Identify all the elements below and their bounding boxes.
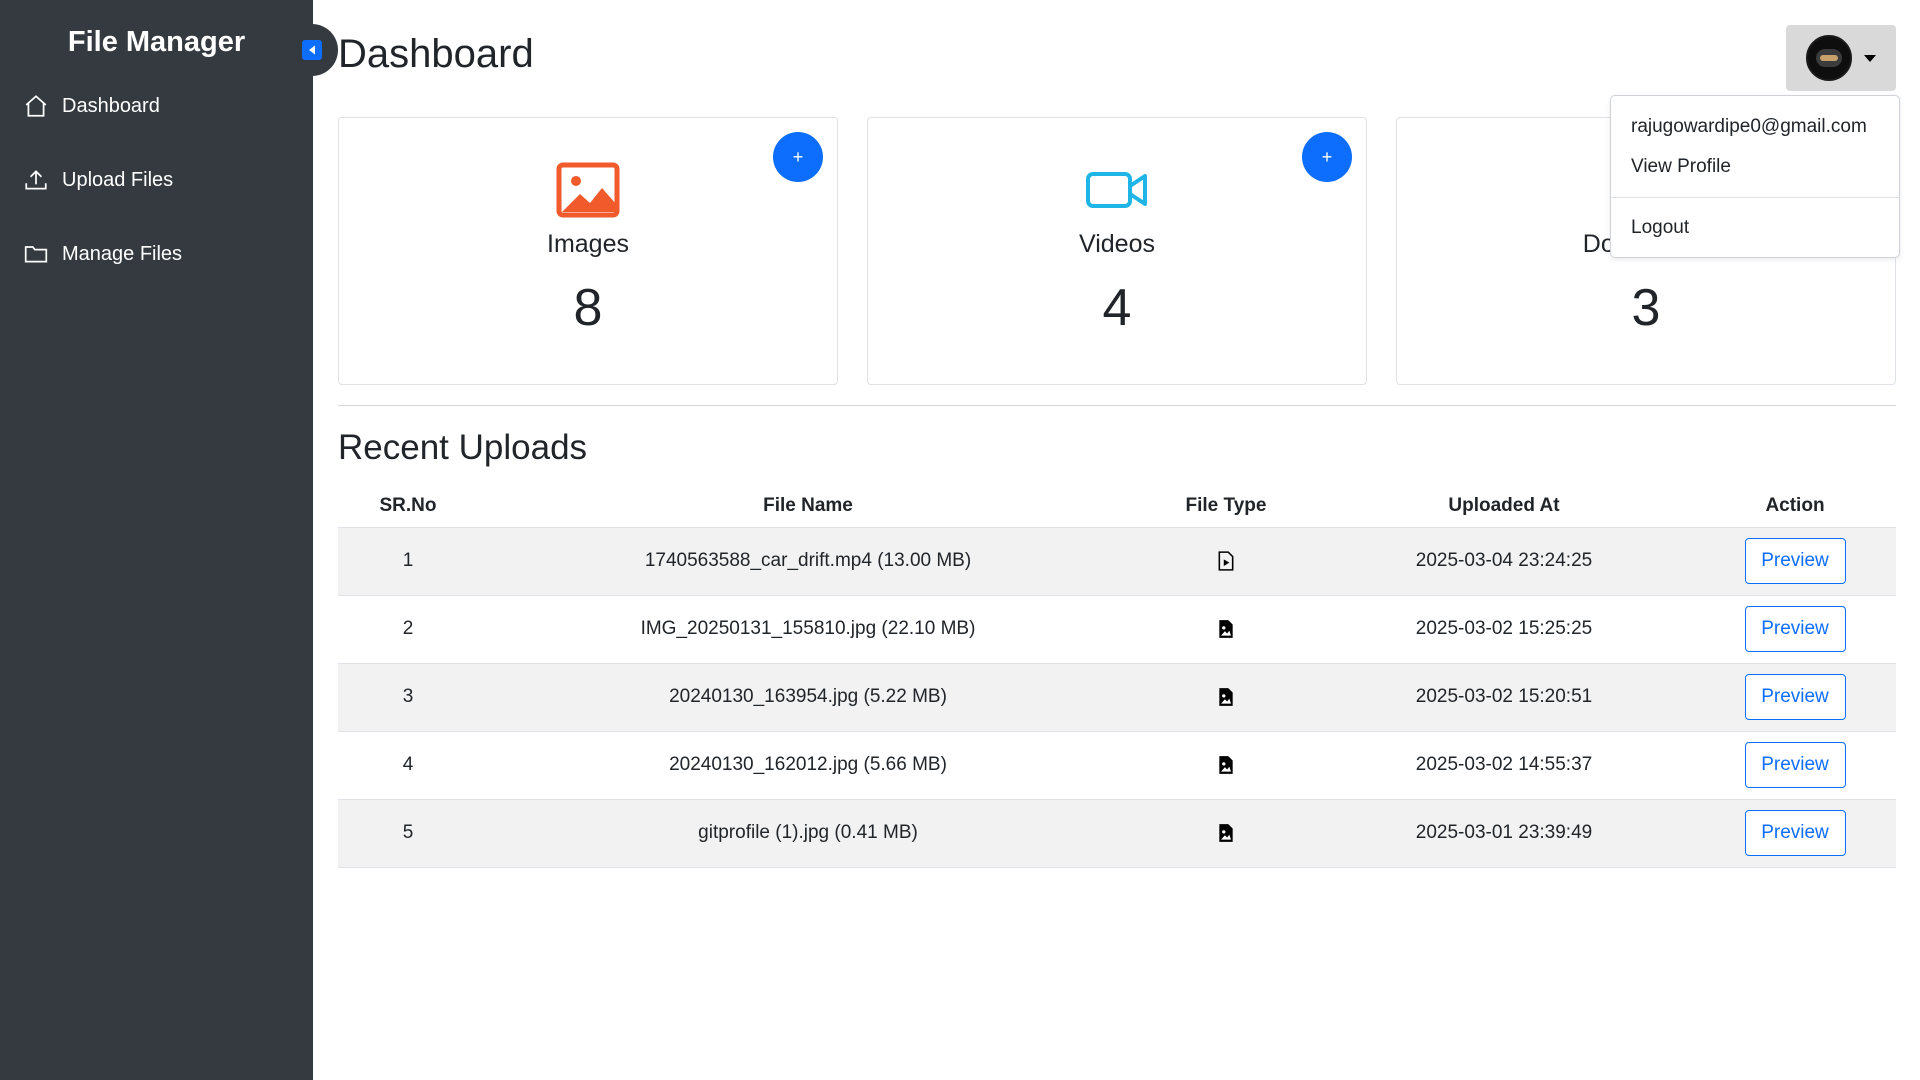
cell-file-name: 1740563588_car_drift.mp4 (13.00 MB) [478, 527, 1138, 596]
table-row: 1 1740563588_car_drift.mp4 (13.00 MB) 20… [338, 527, 1896, 596]
cell-action: Preview [1694, 663, 1896, 732]
cell-file-name: 20240130_162012.jpg (5.66 MB) [478, 731, 1138, 800]
table-header-row: SR.No File Name File Type Uploaded At Ac… [338, 485, 1896, 528]
caret-down-icon [1864, 54, 1876, 62]
table-row: 2 IMG_20250131_155810.jpg (22.10 MB) 202… [338, 595, 1896, 664]
sidebar-item-dashboard[interactable]: Dashboard [22, 86, 182, 126]
cell-file-name: IMG_20250131_155810.jpg (22.10 MB) [478, 595, 1138, 664]
home-icon [22, 92, 50, 120]
brand-title: File Manager [67, 26, 246, 58]
recent-uploads-title: Recent Uploads [338, 428, 588, 467]
cell-uploaded-at: 2025-03-04 23:24:25 [1314, 527, 1694, 596]
cell-uploaded-at: 2025-03-01 23:39:49 [1314, 799, 1694, 868]
card-count: 4 [1102, 279, 1132, 337]
table-row: 4 20240130_162012.jpg (5.66 MB) 2025-03-… [338, 731, 1896, 800]
column-header: Action [1694, 485, 1896, 528]
image-file-icon [1138, 799, 1314, 868]
user-menu-button[interactable] [1786, 25, 1896, 91]
cell-sr: 4 [338, 731, 478, 800]
image-file-icon [1138, 595, 1314, 664]
preview-button[interactable]: Preview [1744, 742, 1846, 788]
cell-file-name: gitprofile (1).jpg (0.41 MB) [478, 799, 1138, 868]
cell-uploaded-at: 2025-03-02 15:20:51 [1314, 663, 1694, 732]
sidebar-item-label: Upload Files [62, 168, 174, 191]
cell-sr: 2 [338, 595, 478, 664]
user-dropdown-menu: rajugowardipe0@gmail.com View Profile Lo… [1610, 95, 1900, 258]
sidebar-item-label: Dashboard [62, 94, 160, 117]
card-label: Videos [1079, 230, 1155, 258]
cell-action: Preview [1694, 731, 1896, 800]
avatar [1806, 35, 1852, 81]
add-image-button[interactable]: + [773, 132, 823, 182]
collapse-arrow-icon [302, 40, 322, 60]
cell-sr: 5 [338, 799, 478, 868]
cell-uploaded-at: 2025-03-02 14:55:37 [1314, 731, 1694, 800]
sidebar-item-manage-files[interactable]: Manage Files [22, 234, 182, 274]
preview-button[interactable]: Preview [1744, 538, 1846, 584]
column-header: Uploaded At [1314, 485, 1694, 528]
card-images: Images 8 + [338, 117, 838, 385]
preview-button[interactable]: Preview [1744, 606, 1846, 652]
column-header: File Name [478, 485, 1138, 528]
cell-action: Preview [1694, 799, 1896, 868]
card-videos: Videos 4 + [867, 117, 1367, 385]
table-row: 3 20240130_163954.jpg (5.22 MB) 2025-03-… [338, 663, 1896, 732]
user-email: rajugowardipe0@gmail.com [1631, 116, 1867, 137]
column-header: SR.No [338, 485, 478, 528]
cell-action: Preview [1694, 595, 1896, 664]
card-label: Images [547, 230, 629, 258]
video-camera-icon [868, 160, 1366, 220]
page-title: Dashboard [338, 32, 534, 76]
divider [338, 405, 1896, 406]
card-count: 8 [573, 279, 603, 337]
column-header: File Type [1138, 485, 1314, 528]
cell-sr: 3 [338, 663, 478, 732]
logout-link[interactable]: Logout [1631, 217, 1689, 239]
cell-action: Preview [1694, 527, 1896, 596]
image-icon [339, 160, 837, 220]
preview-button[interactable]: Preview [1744, 674, 1846, 720]
cell-uploaded-at: 2025-03-02 15:25:25 [1314, 595, 1694, 664]
add-video-button[interactable]: + [1302, 132, 1352, 182]
sidebar-toggle[interactable] [294, 24, 338, 76]
image-file-icon [1138, 731, 1314, 800]
dropdown-divider [1611, 197, 1899, 198]
folder-icon [22, 240, 50, 268]
preview-button[interactable]: Preview [1744, 810, 1846, 856]
upload-icon [22, 166, 50, 194]
sidebar-item-label: Manage Files [62, 242, 183, 265]
image-file-icon [1138, 663, 1314, 732]
card-count: 3 [1631, 279, 1661, 337]
sidebar-item-upload-files[interactable]: Upload Files [22, 160, 182, 200]
recent-uploads-table: SR.No File Name File Type Uploaded At Ac… [338, 485, 1896, 868]
sidebar: File Manager Dashboard Upload Files Mana… [0, 0, 313, 1080]
view-profile-link[interactable]: View Profile [1631, 156, 1731, 178]
table-row: 5 gitprofile (1).jpg (0.41 MB) 2025-03-0… [338, 799, 1896, 868]
cell-sr: 1 [338, 527, 478, 596]
video-file-icon [1138, 527, 1314, 596]
cell-file-name: 20240130_163954.jpg (5.22 MB) [478, 663, 1138, 732]
sidebar-nav: Dashboard Upload Files Manage Files [22, 86, 182, 308]
